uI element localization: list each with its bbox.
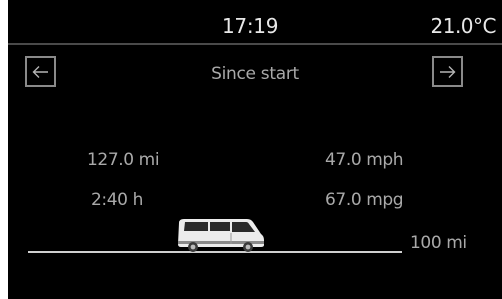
status-bar: 17:19 21.0°C [8, 0, 502, 45]
clock: 17:19 [222, 14, 279, 38]
van-icon [178, 219, 264, 252]
travel-time-value: 2:40 h [91, 190, 143, 210]
outside-temperature: 21.0°C [430, 14, 497, 38]
next-page-button[interactable] [432, 56, 463, 87]
range-label: 100 mi [410, 233, 467, 253]
average-speed-value: 47.0 mph [325, 150, 404, 170]
distance-value: 127.0 mi [87, 150, 160, 170]
page-title: Since start [211, 64, 299, 84]
arrow-right-icon [440, 65, 456, 78]
trip-screen: 17:19 21.0°C Since start 127.0 mi 47.0 m… [8, 0, 502, 299]
fuel-consumption-value: 67.0 mpg [325, 190, 404, 210]
